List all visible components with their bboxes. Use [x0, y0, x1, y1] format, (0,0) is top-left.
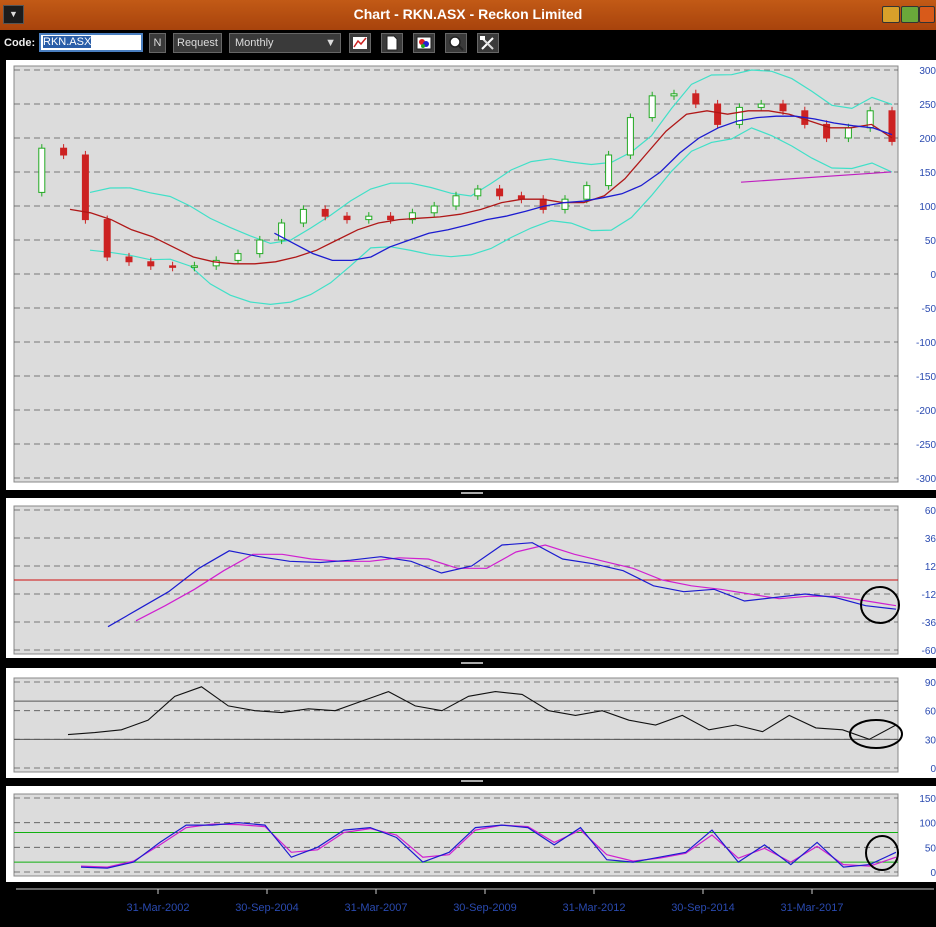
macd-panel: 60 36 12 -12 -36 -60 — [6, 498, 936, 658]
candle-body — [757, 103, 765, 108]
chart-type-icon[interactable] — [349, 33, 371, 53]
y-tick-label: -50 — [922, 304, 936, 315]
y-tick-label: -250 — [916, 440, 936, 451]
y-tick-label: 150 — [919, 794, 936, 805]
title-bar: ▼ Chart - RKN.ASX - Reckon Limited — [0, 0, 936, 30]
y-tick-label: 100 — [919, 202, 936, 213]
y-tick-label: -200 — [916, 406, 936, 417]
y-tick-label: -12 — [922, 590, 936, 601]
candle-body — [735, 106, 743, 125]
window-title: Chart - RKN.ASX - Reckon Limited — [353, 6, 583, 22]
candle-body — [539, 198, 547, 210]
candle-body — [430, 205, 438, 214]
candle-body — [343, 215, 351, 221]
x-tick-label: 31-Mar-2002 — [127, 902, 190, 914]
macd-chart[interactable]: 60 36 12 -12 -36 -60 — [6, 498, 936, 658]
document-icon[interactable] — [381, 33, 403, 53]
toolbar: Code: RKN.ASX N Request Monthly ▼ — [0, 30, 936, 57]
y-tick-label: 200 — [919, 134, 936, 145]
chevron-down-icon: ▼ — [325, 37, 336, 49]
stochastic-panel: 150 100 50 0 — [6, 786, 936, 882]
y-tick-label: -300 — [916, 474, 936, 485]
y-tick-label: 60 — [925, 506, 936, 517]
zoom-icon[interactable] — [445, 33, 467, 53]
plot-area — [13, 793, 899, 877]
y-tick-label: -150 — [916, 372, 936, 383]
x-tick-label: 30-Sep-2014 — [671, 902, 735, 914]
candle-body — [648, 95, 656, 119]
y-tick-label: 150 — [919, 168, 936, 179]
price-panel: 300 250 200 150 100 50 0 -50 -100 -150 -200 -250 -30… — [6, 60, 936, 490]
candle-body — [387, 215, 395, 221]
y-tick-label: 36 — [925, 534, 936, 545]
rsi-panel: 90 60 30 0 — [6, 668, 936, 778]
candle-body — [561, 198, 569, 210]
candle-body — [321, 208, 329, 217]
y-tick-label: 250 — [919, 100, 936, 111]
candle-body — [147, 261, 155, 267]
y-tick-label: -100 — [916, 338, 936, 349]
stochastic-chart[interactable]: 150 100 50 0 — [6, 786, 936, 882]
candle-body — [692, 93, 700, 105]
panel-splitter[interactable] — [6, 778, 936, 786]
candle-body — [190, 265, 198, 268]
y-tick-label: 50 — [925, 236, 936, 247]
candle-body — [256, 239, 264, 255]
candle-body — [496, 188, 504, 197]
candle-body — [714, 103, 722, 125]
n-button[interactable]: N — [149, 33, 166, 53]
panel-splitter[interactable] — [6, 490, 936, 498]
candle-body — [234, 253, 242, 261]
code-input[interactable]: RKN.ASX — [39, 33, 143, 52]
y-tick-label: 0 — [930, 270, 936, 281]
close-button[interactable] — [919, 6, 935, 23]
y-tick-label: 0 — [930, 764, 936, 775]
y-tick-label: 30 — [925, 735, 936, 746]
interval-select[interactable]: Monthly ▼ — [229, 33, 341, 53]
candle-body — [38, 147, 46, 193]
y-tick-label: 50 — [925, 843, 936, 854]
maximize-button[interactable] — [901, 6, 919, 23]
x-tick-label: 31-Mar-2007 — [345, 902, 408, 914]
request-button[interactable]: Request — [173, 33, 222, 53]
x-tick-label: 30-Sep-2009 — [453, 902, 517, 914]
candle-body — [81, 154, 89, 221]
candle-body — [626, 117, 634, 156]
candle-body — [844, 127, 852, 139]
candle-body — [169, 265, 177, 268]
y-tick-label: 300 — [919, 66, 936, 77]
candle-body — [583, 185, 591, 200]
candle-body — [299, 208, 307, 224]
candle-body — [365, 215, 373, 221]
y-tick-label: 100 — [919, 819, 936, 830]
plot-area — [13, 677, 899, 773]
candle-body — [452, 195, 460, 207]
panel-splitter[interactable] — [6, 658, 936, 668]
candle-body — [125, 256, 133, 263]
y-tick-label: 12 — [925, 562, 936, 573]
y-tick-label: -36 — [922, 618, 936, 629]
x-tick-label: 31-Mar-2017 — [781, 902, 844, 914]
candle-body — [103, 219, 111, 258]
price-chart[interactable]: 300 250 200 150 100 50 0 -50 -100 -150 -200 -250 -30… — [6, 60, 936, 490]
candle-body — [474, 188, 482, 197]
x-tick-label: 30-Sep-2004 — [235, 902, 299, 914]
candle-body — [670, 93, 678, 97]
y-tick-label: 90 — [925, 678, 936, 689]
minimize-button[interactable] — [882, 6, 900, 23]
y-tick-label: -60 — [922, 646, 936, 657]
y-tick-label: 0 — [930, 868, 936, 879]
code-input-value: RKN.ASX — [43, 36, 92, 48]
candle-body — [60, 147, 68, 156]
candle-body — [605, 154, 613, 187]
candle-body — [779, 103, 787, 112]
tools-icon[interactable] — [477, 33, 499, 53]
interval-select-value: Monthly — [235, 37, 274, 49]
x-tick-label: 31-Mar-2012 — [563, 902, 626, 914]
code-label: Code: — [4, 37, 36, 49]
y-tick-label: 60 — [925, 707, 936, 718]
color-palette-icon[interactable] — [413, 33, 435, 53]
rsi-chart[interactable]: 90 60 30 0 — [6, 668, 936, 778]
date-axis: 31-Mar-2002 30-Sep-2004 31-Mar-2007 30-Sep-… — [6, 884, 936, 924]
